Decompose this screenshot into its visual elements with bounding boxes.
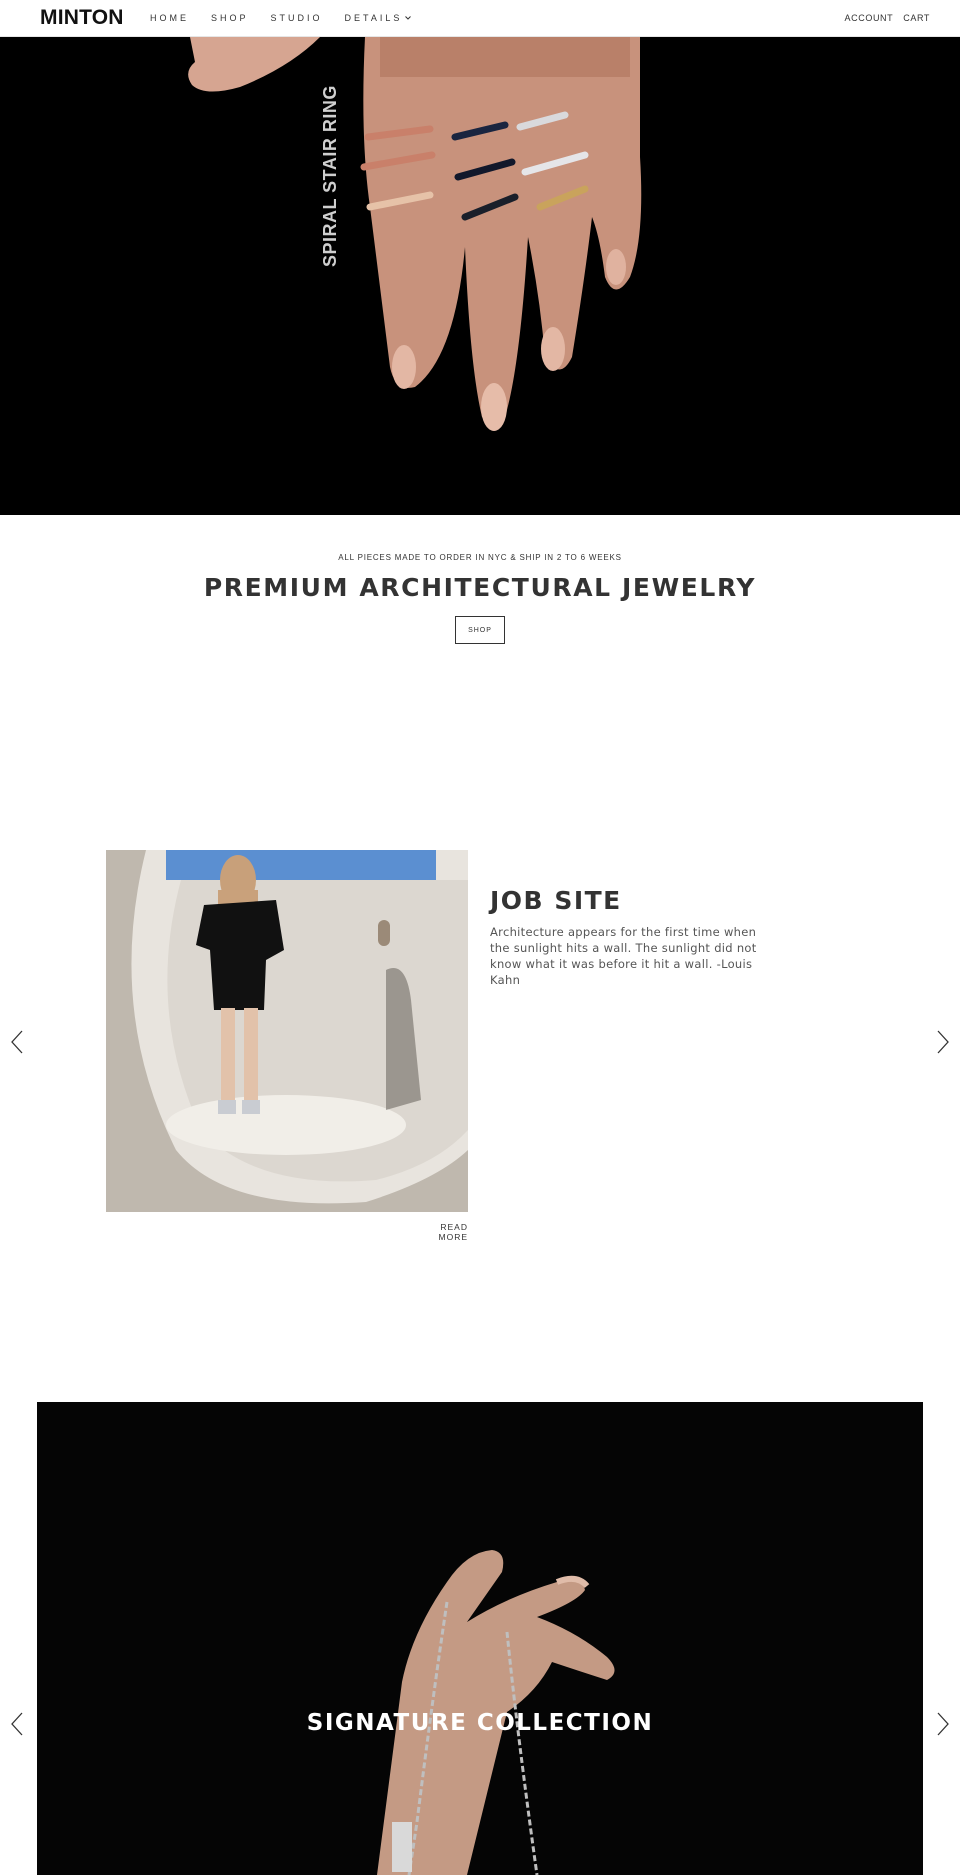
job-site-image[interactable]	[106, 850, 468, 1212]
read-more-link[interactable]: READ MORE	[410, 1222, 468, 1242]
feature-body: Architecture appears for the first time …	[490, 925, 757, 987]
collection-image	[37, 1402, 923, 1875]
logo[interactable]: MINTON	[40, 6, 124, 30]
next-arrow-icon[interactable]	[934, 1029, 952, 1055]
hero-banner[interactable]: SPIRAL STAIR RING	[0, 37, 960, 515]
nav-studio[interactable]: STUDIO	[271, 13, 323, 23]
header-actions: ACCOUNT CART	[845, 13, 930, 23]
hero-image	[0, 37, 960, 515]
cart-link[interactable]: CART	[903, 13, 930, 23]
main-nav: HOME SHOP STUDIO DETAILS	[150, 13, 434, 23]
hero-image-caption: SPIRAL STAIR RING	[320, 85, 340, 267]
nav-shop-label: SHOP	[211, 13, 249, 23]
nav-studio-label: STUDIO	[270, 13, 323, 23]
nav-home-label: HOME	[150, 13, 189, 23]
collection-next-arrow-icon[interactable]	[934, 1711, 952, 1737]
collection-title: SIGNATURE COLLECTION	[306, 1710, 654, 1736]
nav-details[interactable]: DETAILS	[345, 13, 413, 23]
job-site-photo	[106, 850, 468, 1212]
chevron-down-icon	[405, 16, 412, 20]
prev-arrow-icon[interactable]	[8, 1029, 26, 1055]
intro-section: ALL PIECES MADE TO ORDER IN NYC & SHIP I…	[0, 515, 960, 655]
shop-button[interactable]: SHOP	[455, 616, 505, 644]
collection-prev-arrow-icon[interactable]	[8, 1711, 26, 1737]
intro-title: PREMIUM ARCHITECTURAL JEWELRY	[203, 573, 757, 602]
nav-details-label: DETAILS	[344, 13, 403, 23]
collection-slide[interactable]: SIGNATURE COLLECTION	[37, 1402, 923, 1875]
account-link[interactable]: ACCOUNT	[845, 13, 894, 23]
nav-shop[interactable]: SHOP	[211, 13, 249, 23]
site-header: MINTON HOME SHOP STUDIO DETAILS ACCOUNT …	[0, 0, 960, 37]
nav-home[interactable]: HOME	[150, 13, 189, 23]
intro-subtitle: ALL PIECES MADE TO ORDER IN NYC & SHIP I…	[338, 553, 622, 562]
feature-title: JOB SITE	[490, 886, 622, 915]
